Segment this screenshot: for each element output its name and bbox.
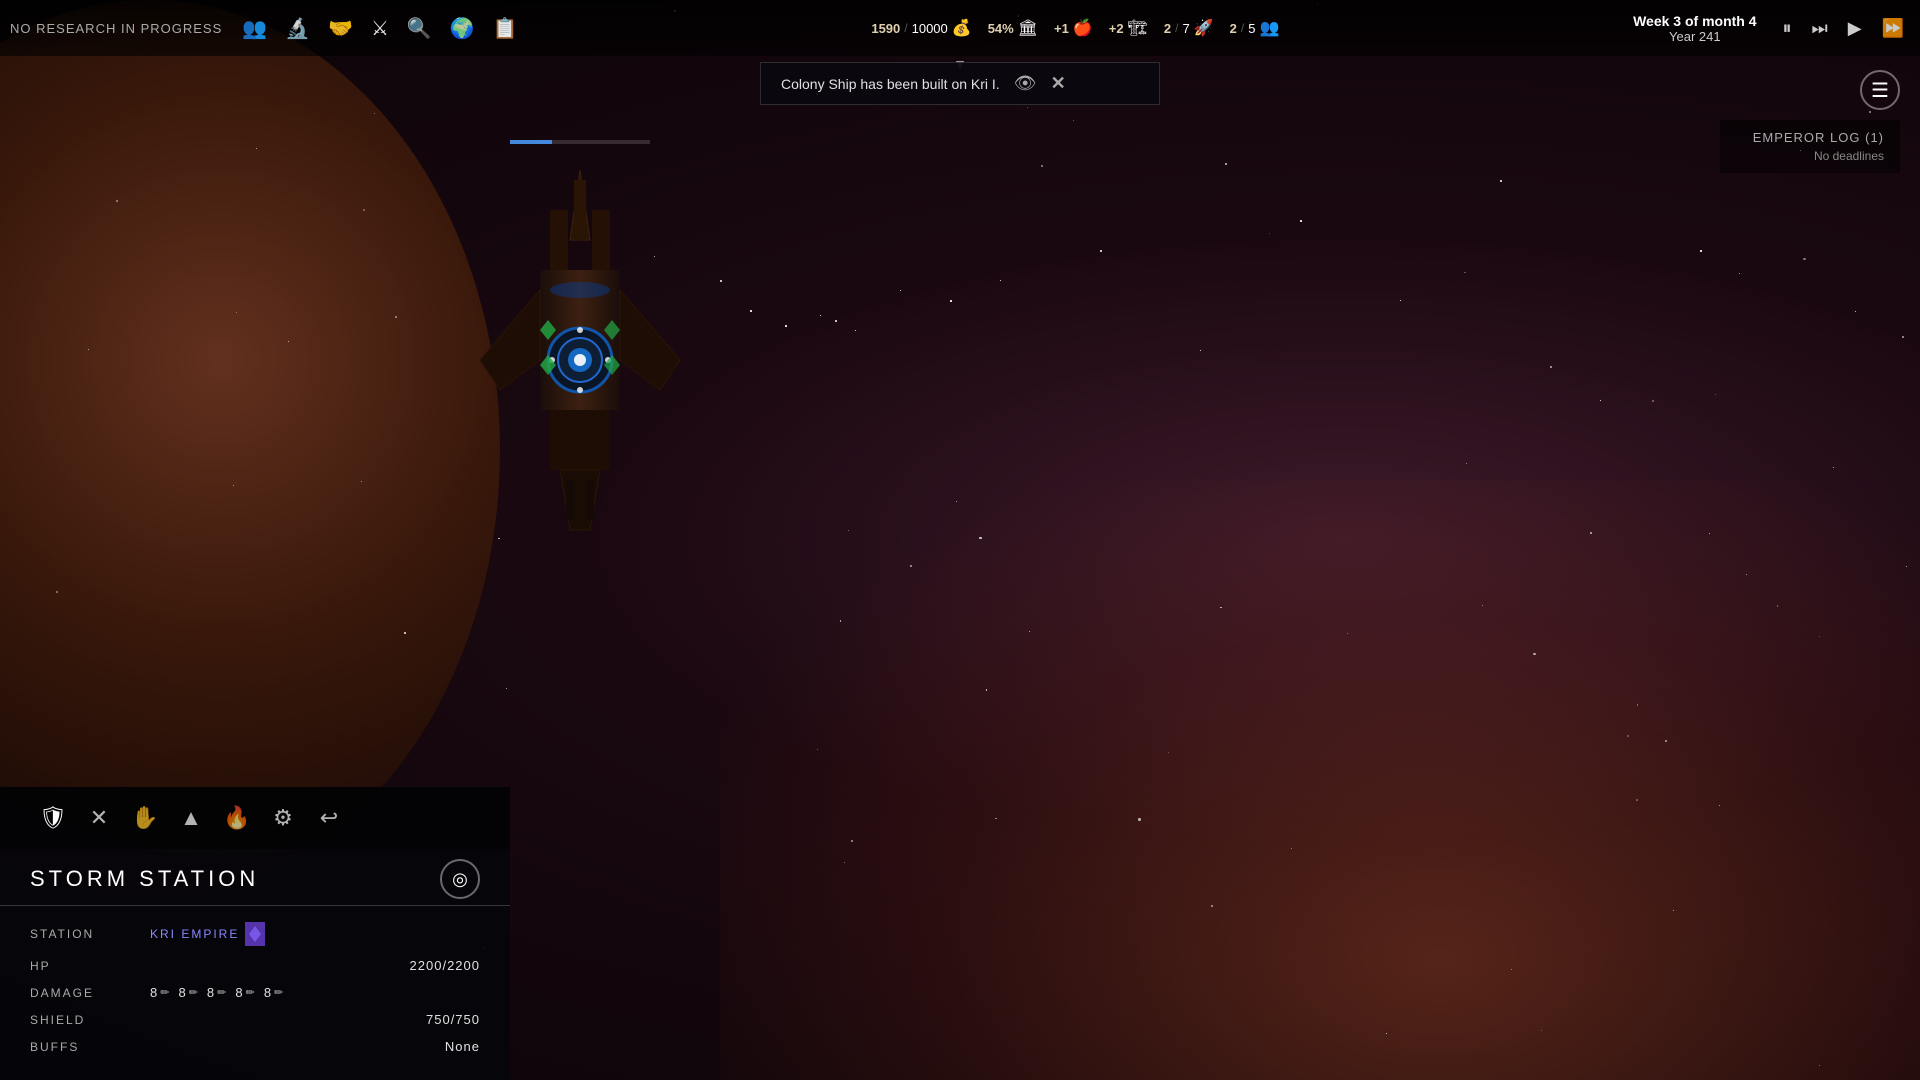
- damage-val-5: 8 ✏: [264, 985, 284, 1000]
- damage-val-4: 8 ✏: [235, 985, 255, 1000]
- hp-row: HP 2200/2200: [30, 952, 480, 979]
- build-stat: +2 🏗: [1109, 18, 1148, 38]
- tab-fire[interactable]: 🔥: [214, 795, 260, 841]
- nav-icons: 👥 🔬 🤝 ⚔ 🔍 🌍 📋: [242, 16, 517, 41]
- station-type-row: STATION KRI EMPIRE: [30, 916, 480, 952]
- pop-stat: 2 / 5 👥: [1230, 18, 1280, 38]
- build-icon: 🏗: [1128, 18, 1148, 38]
- tab-settings[interactable]: ⚙: [260, 795, 306, 841]
- ships-icon: 🚀: [1194, 18, 1214, 38]
- map-icon[interactable]: 🌍: [450, 16, 475, 41]
- ship-display[interactable]: [430, 140, 730, 560]
- tab-interact[interactable]: ✋: [122, 795, 168, 841]
- empire-flag: [245, 922, 265, 946]
- emperor-log-deadlines: No deadlines: [1736, 149, 1884, 163]
- damage-values: 8 ✏ 8 ✏ 8 ✏ 8 ✏ 8 ✏: [150, 985, 284, 1000]
- pause-button[interactable]: ⏸: [1777, 14, 1798, 43]
- year-display: Year 241: [1633, 29, 1756, 44]
- diplomacy-icon[interactable]: 🤝: [328, 16, 353, 41]
- emperor-log-panel: EMPEROR LOG (1) No deadlines: [1720, 120, 1900, 173]
- tab-build[interactable]: ▲: [168, 795, 214, 841]
- resource-stats: 1590 / 10000 💰 54% 🏛 +1 🍎 +2 🏗 2 / 7 🚀 2…: [528, 18, 1623, 38]
- damage-val-1: 8 ✏: [150, 985, 170, 1000]
- ships-stat: 2 / 7 🚀: [1164, 18, 1214, 38]
- station-info: STATION KRI EMPIRE HP 2200/2200 DAMAGE 8…: [0, 906, 510, 1080]
- top-hud: NO RESEARCH IN PROGRESS 👥 🔬 🤝 ⚔ 🔍 🌍 📋 15…: [0, 0, 1920, 56]
- buffs-label: BUFFS: [30, 1040, 150, 1054]
- pop-icon: 👥: [1259, 18, 1279, 38]
- tab-defense[interactable]: 🛡: [30, 795, 76, 841]
- station-header: STORM STATION ◎: [0, 849, 510, 906]
- game-timer: Week 3 of month 4 Year 241: [1633, 13, 1756, 44]
- population-icon[interactable]: 👥: [242, 16, 267, 41]
- week-display: Week 3 of month 4: [1633, 13, 1756, 29]
- notification-close-button[interactable]: ✕: [1051, 73, 1066, 94]
- station-target-button[interactable]: ◎: [440, 859, 480, 899]
- production-stat: +1 🍎: [1054, 18, 1093, 38]
- military-icon[interactable]: ⚔: [371, 16, 389, 41]
- shield-row: SHIELD 750/750: [30, 1006, 480, 1033]
- buffs-row: BUFFS None: [30, 1033, 480, 1060]
- notification-bar: Colony Ship has been built on Kri I. 👁 ✕: [760, 62, 1160, 105]
- tab-combat[interactable]: ✕: [76, 795, 122, 841]
- station-tabs: 🛡 ✕ ✋ ▲ 🔥 ⚙ ↩: [0, 787, 510, 849]
- damage-label: DAMAGE: [30, 986, 150, 1000]
- menu-button[interactable]: ☰: [1860, 70, 1900, 110]
- station-name: STORM STATION: [30, 866, 259, 892]
- shield-value: 750/750: [150, 1012, 480, 1027]
- game-controls: ⏸ ⏭ ▶ ⏩: [1777, 14, 1910, 43]
- shield-label: SHIELD: [30, 1013, 150, 1027]
- notification-message: Colony Ship has been built on Kri I.: [781, 76, 1000, 92]
- fast-forward-button[interactable]: ⏩: [1876, 14, 1910, 43]
- buffs-value: None: [150, 1039, 480, 1054]
- credits-stat: 1590 / 10000 💰: [871, 18, 971, 38]
- damage-row: DAMAGE 8 ✏ 8 ✏ 8 ✏ 8 ✏ 8 ✏: [30, 979, 480, 1006]
- forward-button[interactable]: ▶: [1842, 14, 1868, 43]
- research-status: NO RESEARCH IN PROGRESS: [10, 21, 222, 36]
- type-label: STATION: [30, 927, 150, 941]
- empire-display: KRI EMPIRE: [150, 922, 265, 946]
- hp-value: 2200/2200: [150, 958, 480, 973]
- production-icon: 🍎: [1073, 18, 1093, 38]
- hp-label: HP: [30, 959, 150, 973]
- damage-val-3: 8 ✏: [207, 985, 227, 1000]
- food-stat: 54% 🏛: [988, 18, 1038, 38]
- damage-val-2: 8 ✏: [178, 985, 198, 1000]
- tab-back[interactable]: ↩: [306, 795, 352, 841]
- search-icon[interactable]: 🔍: [407, 16, 432, 41]
- food-icon: 🏛: [1018, 18, 1038, 38]
- step-button[interactable]: ⏭: [1806, 14, 1834, 43]
- credits-icon: 💰: [952, 18, 972, 38]
- ship-svg: [460, 160, 700, 540]
- empire-name: KRI EMPIRE: [150, 927, 239, 941]
- station-panel: 🛡 ✕ ✋ ▲ 🔥 ⚙ ↩ STORM STATION ◎ STATION KR…: [0, 787, 510, 1080]
- emperor-log-title: EMPEROR LOG (1): [1736, 130, 1884, 145]
- layers-icon[interactable]: 📋: [493, 16, 518, 41]
- research-icon[interactable]: 🔬: [285, 16, 310, 41]
- notification-eye-button[interactable]: 👁: [1014, 73, 1037, 94]
